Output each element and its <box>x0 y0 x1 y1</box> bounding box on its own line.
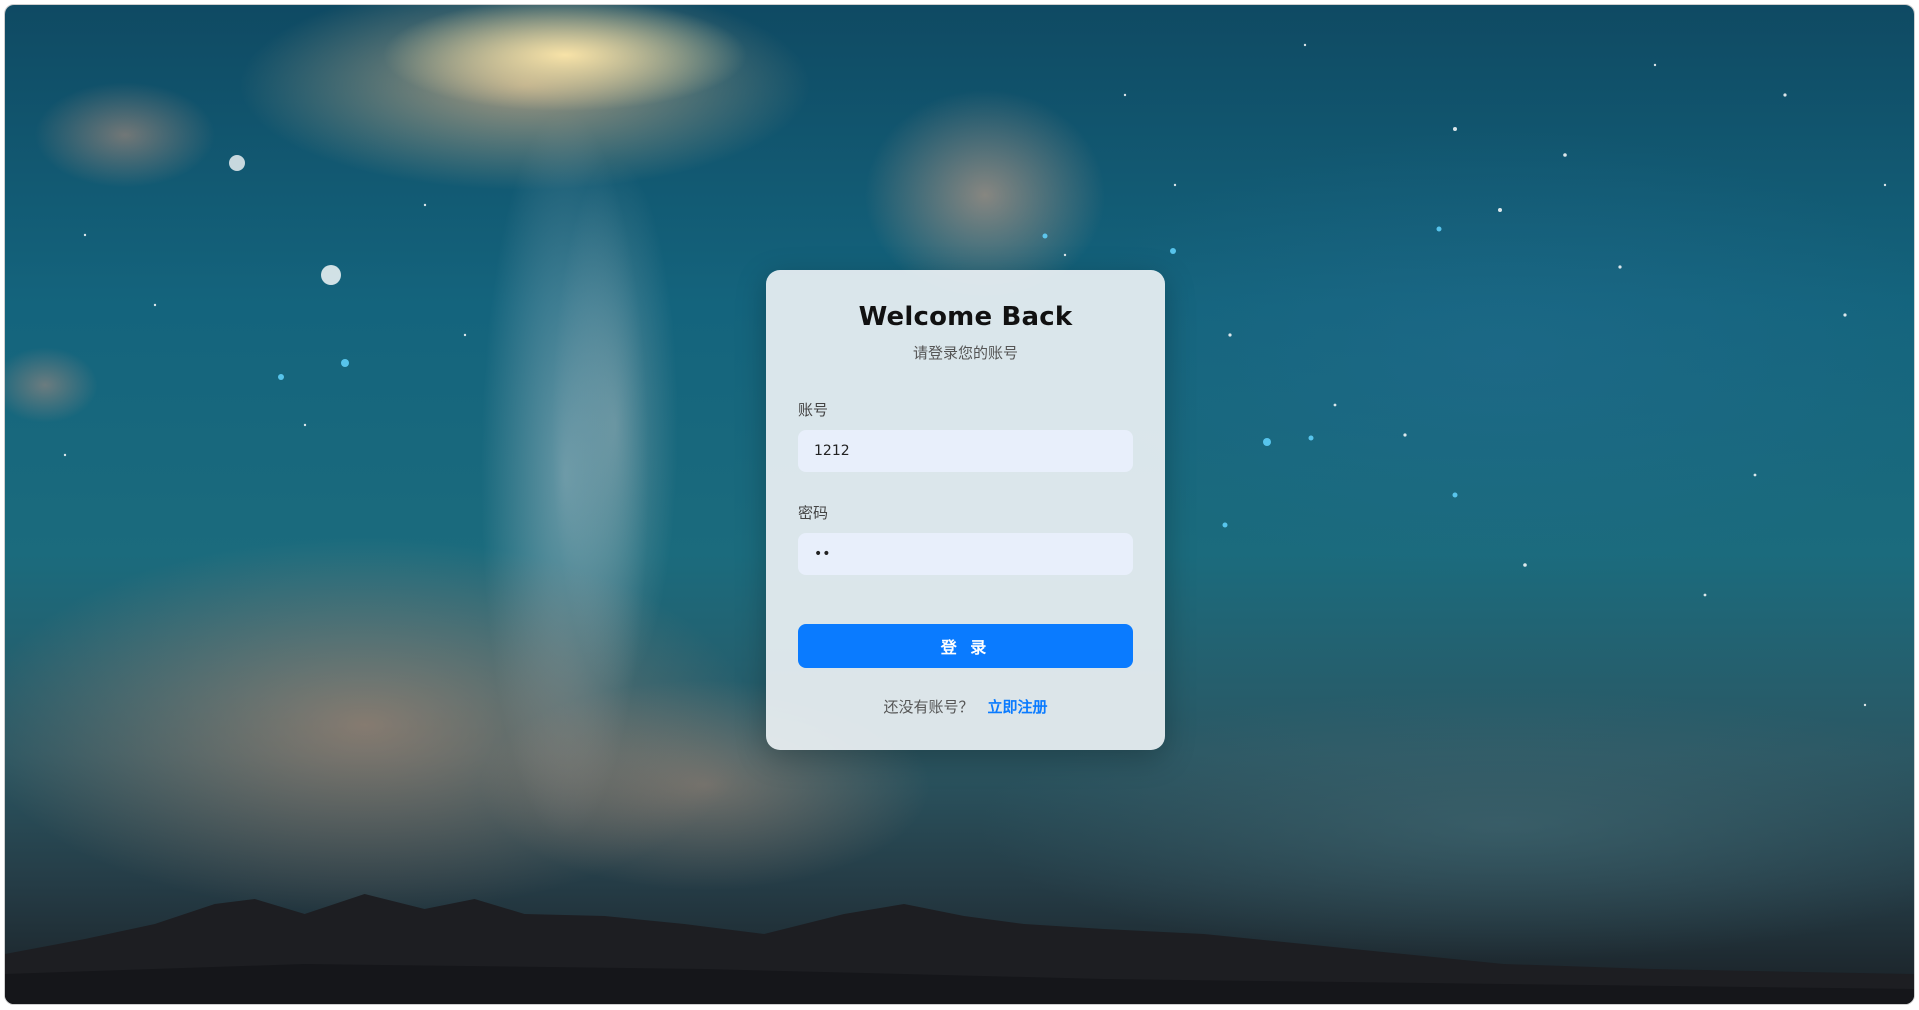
username-input[interactable] <box>798 430 1133 472</box>
password-label: 密码 <box>798 504 829 522</box>
password-input[interactable] <box>798 533 1133 575</box>
app-window: Welcome Back 请登录您的账号 账号 密码 登 录 还没有账号？ 立即注… <box>4 4 1915 1005</box>
no-account-text: 还没有账号？ <box>883 698 974 716</box>
login-button[interactable]: 登 录 <box>798 624 1133 668</box>
login-card: Welcome Back 请登录您的账号 账号 密码 登 录 还没有账号？ 立即注… <box>766 270 1165 750</box>
username-label: 账号 <box>798 401 829 419</box>
mountain-silhouette <box>5 894 1914 1004</box>
register-link[interactable]: 立即注册 <box>988 698 1048 716</box>
register-row: 还没有账号？ 立即注册 <box>798 696 1133 717</box>
login-title: Welcome Back <box>858 302 1073 332</box>
login-subtitle: 请登录您的账号 <box>912 344 1018 362</box>
